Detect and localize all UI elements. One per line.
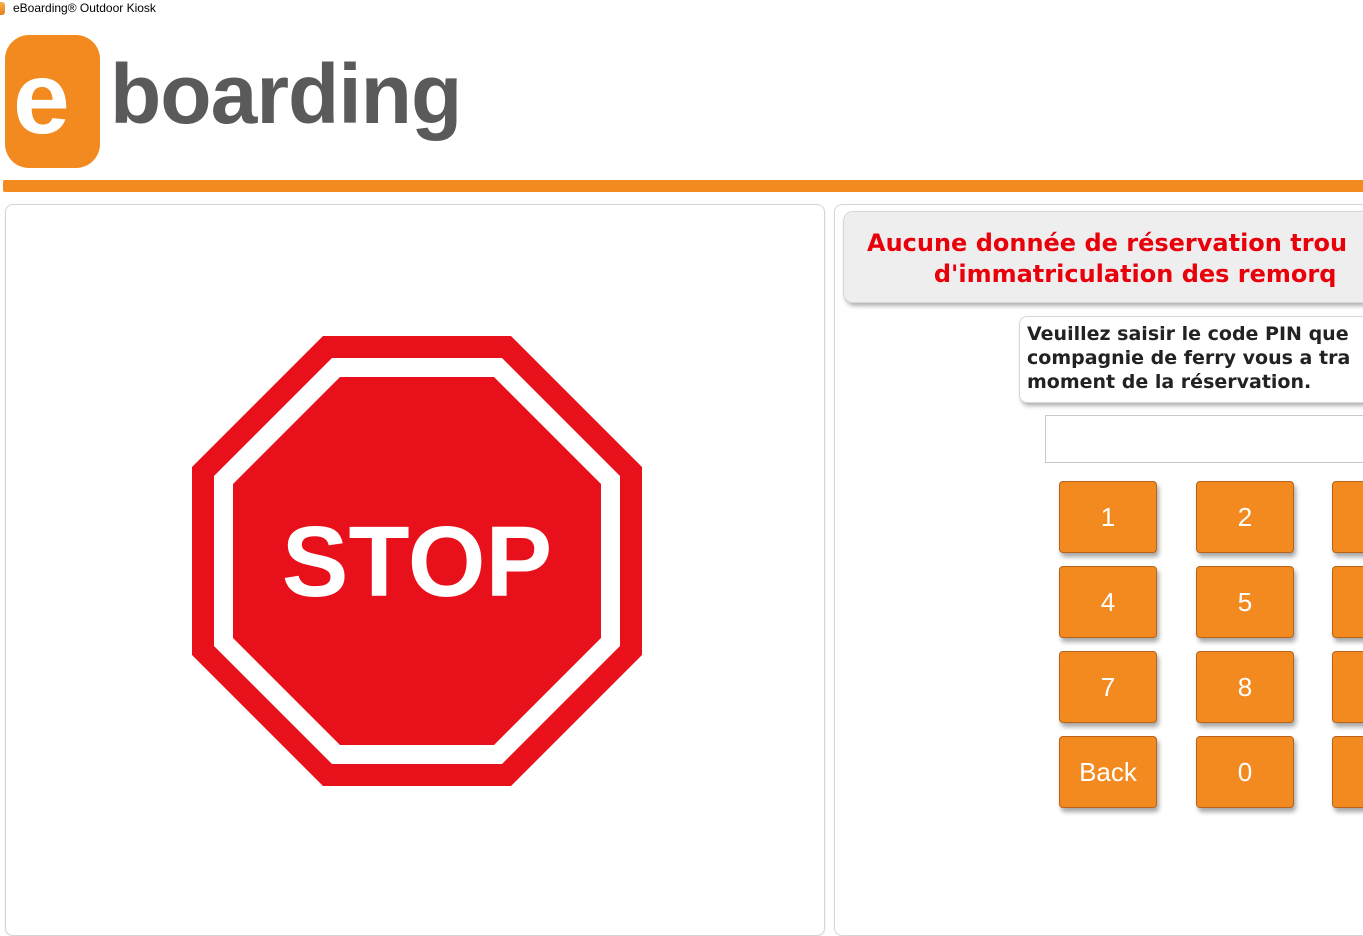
keypad-key-2[interactable]: 2 xyxy=(1196,481,1294,553)
stop-sign-icon: STOP xyxy=(192,336,642,786)
keypad-back-button[interactable]: Back xyxy=(1059,736,1157,808)
logo-e-badge: e xyxy=(5,35,100,168)
error-message-box: Aucune donnée de réservation trou d'imma… xyxy=(843,211,1363,303)
stop-panel: STOP xyxy=(5,204,825,936)
error-message: Aucune donnée de réservation trou d'imma… xyxy=(867,229,1348,288)
keypad-key-6[interactable] xyxy=(1332,566,1363,638)
keypad-key-7[interactable]: 7 xyxy=(1059,651,1157,723)
stop-sign-text: STOP xyxy=(282,506,552,618)
keypad-key-4[interactable]: 4 xyxy=(1059,566,1157,638)
keypad-enter-button[interactable] xyxy=(1332,736,1363,808)
window-title: eBoarding® Outdoor Kiosk xyxy=(13,1,156,15)
keypad-key-3[interactable] xyxy=(1332,481,1363,553)
keypad-key-8[interactable]: 8 xyxy=(1196,651,1294,723)
keypad-key-1[interactable]: 1 xyxy=(1059,481,1157,553)
window-titlebar: eBoarding® Outdoor Kiosk xyxy=(0,0,1363,18)
keypad-key-9[interactable] xyxy=(1332,651,1363,723)
logo-e-letter: e xyxy=(13,41,70,155)
instruction-text: Veuillez saisir le code PIN que compagni… xyxy=(1027,323,1351,393)
logo-wordmark: boarding xyxy=(110,47,462,141)
header-divider xyxy=(3,180,1363,192)
eboarding-app-icon xyxy=(0,2,5,15)
keypad-key-5[interactable]: 5 xyxy=(1196,566,1294,638)
pin-input[interactable] xyxy=(1045,415,1363,463)
instruction-box: Veuillez saisir le code PIN que compagni… xyxy=(1019,316,1363,403)
keypad-key-0[interactable]: 0 xyxy=(1196,736,1294,808)
eboarding-logo: e boarding xyxy=(5,35,505,170)
